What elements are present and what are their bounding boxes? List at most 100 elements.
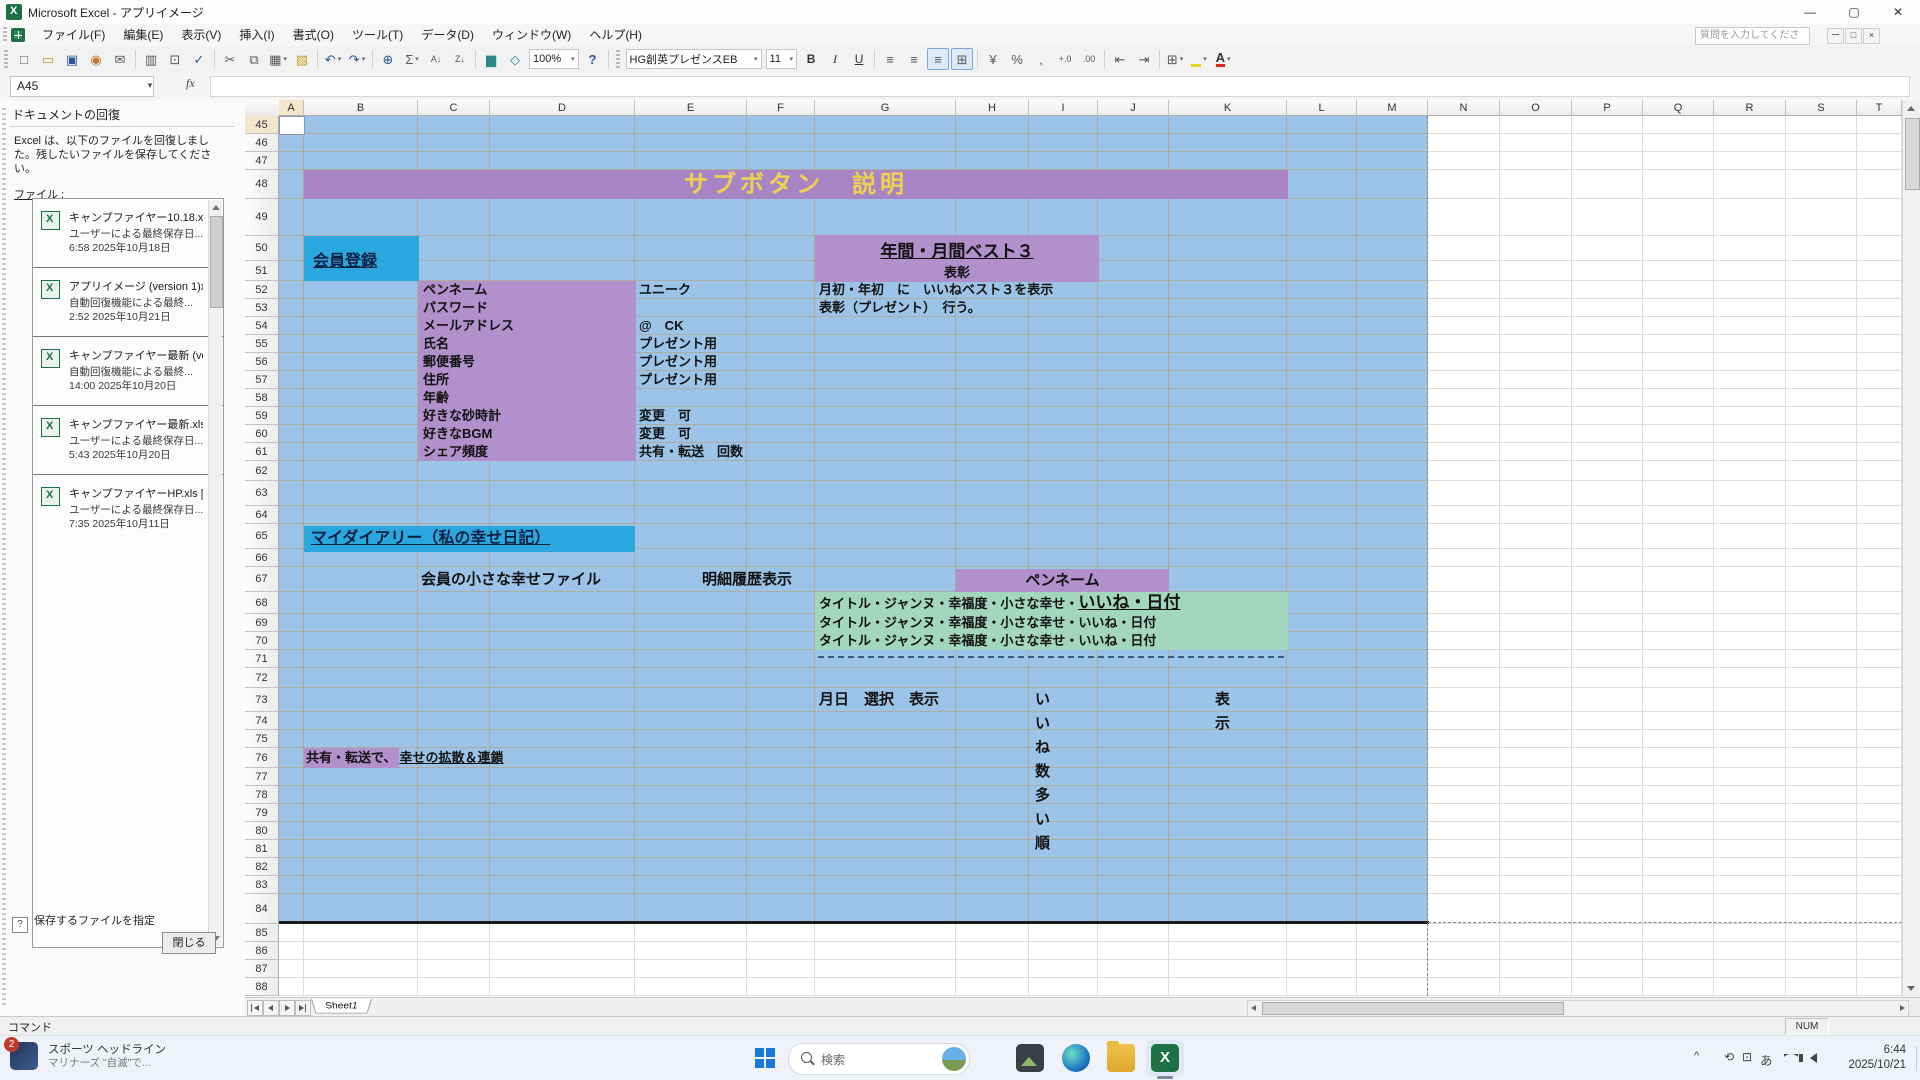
ime-mode-icon[interactable]: あ [1760,1050,1773,1069]
row-header-85[interactable]: 85 [245,924,279,942]
column-header-F[interactable]: F [747,100,815,116]
first-sheet-icon[interactable] [247,1000,263,1016]
menu-書式[interactable]: 書式(O) [284,26,343,44]
row-header-49[interactable]: 49 [245,199,279,236]
row-header-52[interactable]: 52 [245,281,279,299]
prev-sheet-icon[interactable] [263,1000,279,1016]
close-button[interactable]: ✕ [1876,0,1920,24]
row-header-46[interactable]: 46 [245,134,279,152]
row-header-73[interactable]: 73 [245,688,279,712]
column-header-R[interactable]: R [1714,100,1786,116]
row-header-60[interactable]: 60 [245,425,279,443]
scroll-thumb[interactable] [1905,118,1920,190]
maximize-button[interactable]: ▢ [1832,0,1876,24]
column-header-H[interactable]: H [956,100,1029,116]
decrease-decimal-icon[interactable]: .00 [1078,48,1100,70]
column-header-G[interactable]: G [815,100,956,116]
row-header-80[interactable]: 80 [245,822,279,840]
row-header-69[interactable]: 69 [245,614,279,632]
font-name-select[interactable]: HG創英プレゼンスEB▾ [626,49,762,69]
chart-wizard-icon[interactable]: ▆ [480,48,502,70]
percent-icon[interactable]: % [1006,48,1028,70]
open-icon[interactable]: ▭ [37,48,59,70]
help-question-input[interactable]: 質問を入力してください [1695,27,1810,45]
row-header-66[interactable]: 66 [245,549,279,567]
banner-title-cell[interactable]: サブボタン 説明 [304,170,1288,199]
align-left-icon[interactable]: ≡ [879,48,901,70]
penname-cell[interactable]: ペンネーム [956,569,1169,592]
sort-desc-icon[interactable]: Z↓ [449,48,471,70]
row-header-63[interactable]: 63 [245,481,279,506]
my-diary-cell[interactable]: マイダイアリー（私の幸せ日記） [304,526,635,552]
row-header-68[interactable]: 68 [245,592,279,614]
row-header-88[interactable]: 88 [245,978,279,996]
row-header-84[interactable]: 84 [245,894,279,924]
permission-icon[interactable]: ◉ [85,48,107,70]
date-select-row[interactable]: 月日 選択 表示 いいね数多い順 表示 [819,688,939,712]
drawing-icon[interactable]: ◇ [504,48,526,70]
column-header-E[interactable]: E [635,100,747,116]
widgets-button[interactable]: 2 スポーツ ヘッドライン マリナーズ "自滅"で... [10,1042,166,1070]
redo-icon[interactable]: ↷▾ [346,48,368,70]
specify-files-link[interactable]: ?保存するファイルを指定 [12,912,155,933]
menu-編集[interactable]: 編集(E) [114,26,172,44]
share-spread-row[interactable]: 共有・転送で、幸せの拡散＆連鎖 [304,748,504,768]
row-header-79[interactable]: 79 [245,804,279,822]
row-header-81[interactable]: 81 [245,840,279,858]
scroll-right-icon[interactable] [1900,1005,1905,1011]
format-painter-icon[interactable]: ▧ [291,48,313,70]
scroll-left-icon[interactable] [1251,1005,1256,1011]
row-header-67[interactable]: 67 [245,567,279,592]
column-header-Q[interactable]: Q [1643,100,1714,116]
workbook-minimize-button[interactable]: ー [1827,28,1844,44]
bold-icon[interactable]: B [800,48,822,70]
comma-icon[interactable]: , [1030,48,1052,70]
menu-挿入[interactable]: 挿入(I) [230,26,283,44]
volume-icon[interactable] [1810,1053,1817,1063]
row-header-64[interactable]: 64 [245,506,279,524]
row-header-53[interactable]: 53 [245,299,279,317]
align-center-icon[interactable]: ≡ [903,48,925,70]
row-header-78[interactable]: 78 [245,786,279,804]
clock[interactable]: 6:44 2025/10/21 [1848,1043,1906,1073]
row-header-51[interactable]: 51 [245,261,279,281]
sheet-tab-sheet1[interactable]: Sheet1 [311,999,372,1013]
row-header-59[interactable]: 59 [245,407,279,425]
decrease-indent-icon[interactable]: ⇤ [1109,48,1131,70]
recovered-file-item[interactable]: アプリイメージ (version 1)x...自動回復機能による最終...2:5… [33,267,223,336]
scroll-down-icon[interactable] [1907,986,1915,991]
taskbar-edge-icon[interactable] [1062,1044,1090,1072]
print-icon[interactable]: ▥ [140,48,162,70]
help-icon[interactable]: ? [582,48,604,70]
increase-indent-icon[interactable]: ⇥ [1133,48,1155,70]
row-header-54[interactable]: 54 [245,317,279,335]
save-icon[interactable]: ▣ [61,48,83,70]
column-header-A[interactable]: A [279,100,304,116]
italic-icon[interactable]: I [824,48,846,70]
taskbar-excel-icon[interactable]: X [1146,1040,1184,1076]
tray-chevron-icon[interactable]: ^ [1694,1050,1699,1062]
row-header-55[interactable]: 55 [245,335,279,353]
active-cell-a45[interactable] [279,116,305,135]
menu-ヘルプ[interactable]: ヘルプ(H) [580,26,651,44]
column-header-L[interactable]: L [1287,100,1357,116]
row-header-45[interactable]: 45 [245,116,279,134]
row-header-61[interactable]: 61 [245,443,279,461]
column-header-S[interactable]: S [1786,100,1857,116]
tray-cc-icon[interactable]: ⊡ [1742,1050,1752,1064]
member-registration-cell[interactable]: 会員登録 [304,236,419,281]
cut-icon[interactable]: ✂ [219,48,241,70]
wifi-icon[interactable] [1784,1054,1798,1064]
row-header-74[interactable]: 74 [245,712,279,730]
spelling-icon[interactable]: ✓ [188,48,210,70]
pane-scrollbar[interactable] [208,200,222,946]
row-header-48[interactable]: 48 [245,170,279,199]
member-field-labels[interactable]: ペンネームパスワードメールアドレス氏名郵便番号住所年齢好きな砂時計好きなBGMシ… [418,281,636,461]
diary-rows-block[interactable]: タイトル・ジャンヌ・幸福度・小さな幸せ・いいね・日付 タイトル・ジャンヌ・幸福度… [815,592,1288,650]
search-box[interactable]: 検索 [788,1043,970,1075]
row-header-75[interactable]: 75 [245,730,279,748]
underline-icon[interactable]: U [848,48,870,70]
row-header-65[interactable]: 65 [245,524,279,549]
column-header-C[interactable]: C [418,100,490,116]
row-header-87[interactable]: 87 [245,960,279,978]
